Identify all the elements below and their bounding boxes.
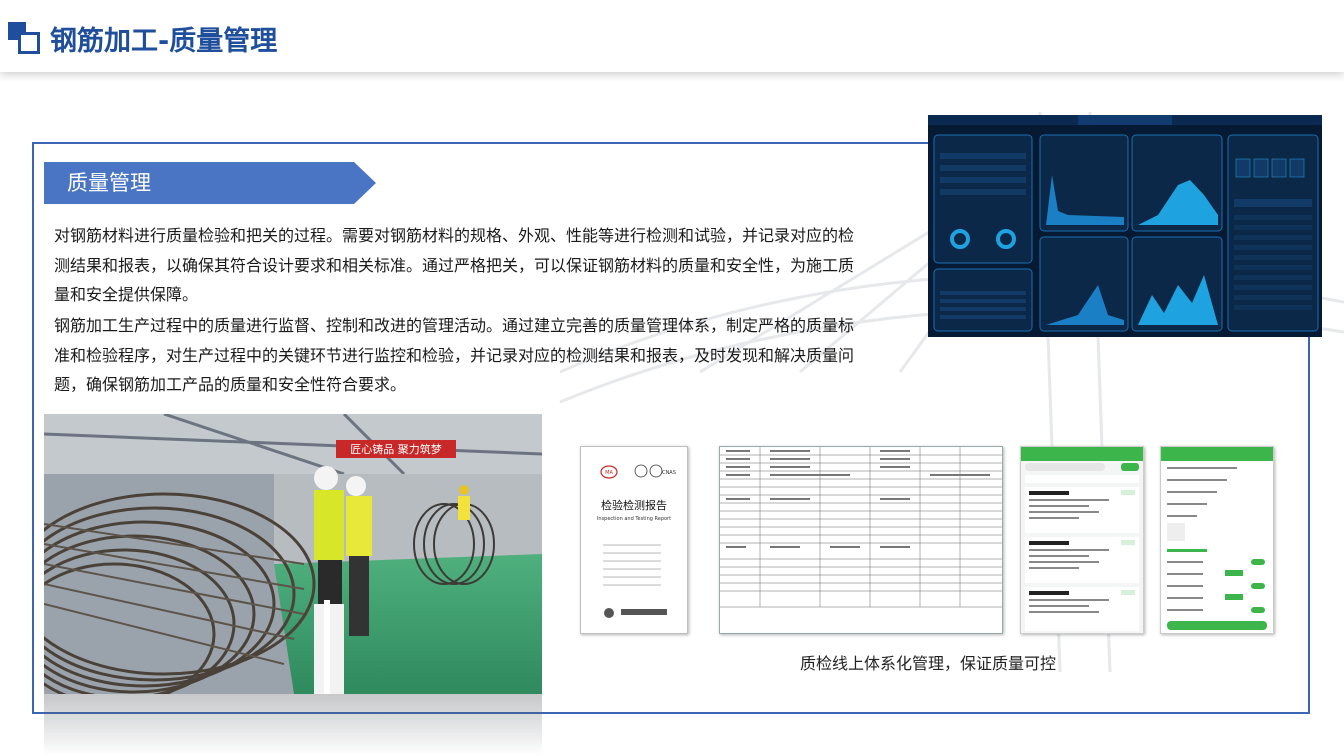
report-title-cn: 检验检测报告 bbox=[601, 498, 667, 512]
documents-caption: 质检线上体系化管理，保证质量可控 bbox=[800, 654, 1057, 673]
site-photo-reflection bbox=[44, 694, 542, 756]
paragraph-material-inspection: 对钢筋材料进行质量检验和把关的过程。需要对钢筋材料的规格、外观、性能等进行检测和… bbox=[54, 226, 855, 304]
test-record-table-image bbox=[719, 446, 1003, 634]
section-tag bbox=[44, 162, 376, 204]
ma-mark: MA bbox=[605, 470, 613, 476]
site-photo: 匠心铸品 聚力筑梦 bbox=[44, 414, 542, 694]
page-header: 钢筋加工-质量管理 bbox=[0, 0, 1344, 72]
cnas-mark: CNAS bbox=[662, 470, 676, 476]
dashboard-screenshot bbox=[928, 115, 1322, 337]
logo-icon bbox=[8, 22, 44, 58]
mobile-app-list-image bbox=[1020, 446, 1144, 634]
page-title: 钢筋加工-质量管理 bbox=[50, 26, 278, 57]
mobile-app-form-image bbox=[1160, 446, 1274, 634]
photo-banner-text: 匠心铸品 聚力筑梦 bbox=[350, 442, 442, 456]
report-title-en: Inspection and Testing Report bbox=[597, 516, 671, 522]
paragraph-process-quality: 钢筋加工生产过程中的质量进行监督、控制和改进的管理活动。通过建立完善的质量管理体… bbox=[54, 316, 855, 394]
inspection-report-image: MA CNAS 检验检测报告 Inspection and Testing Re… bbox=[580, 446, 688, 634]
